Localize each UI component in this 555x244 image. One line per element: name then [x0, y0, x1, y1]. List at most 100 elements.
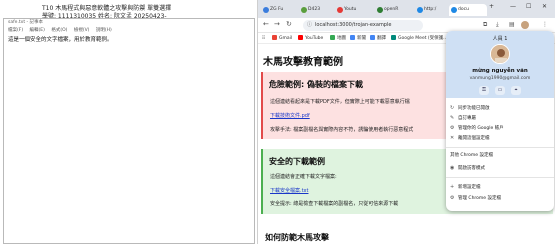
tab-label: openR	[384, 7, 399, 12]
profile-item-sync[interactable]: ↻ 同步功能已開啟	[450, 104, 550, 113]
close-button[interactable]: ✕	[542, 3, 547, 10]
notepad-title: safe.txt - 記事本	[8, 20, 44, 25]
bookmark-label: 翻譯	[377, 36, 386, 41]
notepad-menu-view[interactable]: 檢視(V)	[74, 28, 90, 33]
site-info-icon[interactable]: ⓘ	[307, 20, 312, 31]
profile-item-label: 開啟訪客模式	[458, 166, 485, 171]
safe-heading: 安全的下載範例	[269, 157, 325, 166]
profile-item-label: 管理 Chrome 設定檔	[458, 196, 502, 201]
meet-icon	[391, 35, 396, 40]
bookmark-label: 地圖	[337, 36, 346, 41]
bookmark-news[interactable]: 新聞	[350, 35, 366, 42]
settings-icon: ⚙	[450, 195, 455, 201]
new-tab-button[interactable]: +	[489, 3, 494, 10]
bookmark-youtube[interactable]: YouTube	[298, 35, 323, 42]
profile-avatar-icon[interactable]	[521, 21, 529, 29]
edit-icon: ✎	[450, 115, 455, 121]
maximize-button[interactable]: ☐	[526, 3, 531, 10]
settings-icon: ⚙	[450, 125, 455, 131]
close-icon: ✕	[450, 135, 455, 141]
danger-heading: 危險範例: 偽裝的檔案下載	[269, 80, 363, 89]
profile-name: mừng nguyễn văn	[472, 68, 528, 74]
notepad-content[interactable]: 這是一個安全的文字檔案，用於教育範例。	[4, 35, 254, 43]
guest-icon: ◉	[450, 165, 455, 171]
safe-download-link[interactable]: 下載安全檔案.txt	[270, 187, 308, 194]
profile-item-customize[interactable]: ✎ 自訂專屬	[450, 114, 550, 123]
tab-4[interactable]: openR	[375, 4, 413, 16]
sidepanel-icon[interactable]: ▤	[509, 21, 515, 28]
tab-label: http:/	[424, 7, 437, 12]
divider	[446, 147, 554, 148]
reload-icon[interactable]: ↻	[286, 20, 292, 28]
add-icon: +	[450, 184, 455, 190]
forward-icon[interactable]: →	[274, 20, 280, 28]
bookmark-label: Google Meet (受保護...	[398, 36, 448, 41]
bookmark-translate[interactable]: 翻譯	[370, 35, 386, 42]
apps-icon[interactable]: ⠿	[262, 35, 265, 42]
divider	[446, 177, 554, 178]
danger-desc: 這個連結看起來是下載PDF文件，但實際上可能下載惡意執行檔	[270, 99, 410, 105]
tab-label: docu	[458, 7, 469, 12]
translate-icon	[370, 35, 375, 40]
address-text: localhost:3000/trojan-example	[315, 22, 392, 28]
tab-favicon-icon	[377, 7, 383, 13]
notepad-window: safe.txt - 記事本 檔案(F) 編輯(E) 格式(O) 檢視(V) 說…	[3, 18, 255, 244]
profile-item-label: 離開這個設定檔	[458, 136, 490, 141]
tab-1[interactable]: ZG Fu	[261, 4, 297, 16]
safe-desc: 這個連結會正確下載文字檔案:	[270, 174, 337, 180]
other-profiles-label: 其他 Chrome 設定檔	[450, 153, 494, 158]
bookmark-meet[interactable]: Google Meet (受保護...	[391, 35, 447, 42]
profile-item-manage[interactable]: ⚙ 管理 Chrome 設定檔	[450, 194, 550, 203]
bookmark-label: YouTube	[305, 36, 324, 41]
profile-item-signout[interactable]: ✕ 離開這個設定檔	[450, 134, 550, 143]
safe-note: 安全提示: 總是檢查下載檔案的副檔名，只從可信來源下載	[270, 201, 399, 207]
tab-2[interactable]: D423	[299, 4, 333, 16]
profile-label: 人員 1	[492, 36, 508, 42]
sync-icon: ↻	[450, 105, 455, 111]
profile-menu: 人員 1 mừng nguyễn văn vanmung1990@gmail.c…	[446, 31, 554, 211]
page-title: 木馬攻擊教育範例	[263, 57, 343, 68]
tab-favicon-icon	[263, 7, 269, 13]
gmail-icon	[272, 35, 277, 40]
news-icon	[350, 35, 355, 40]
bookmark-maps[interactable]: 地圖	[330, 35, 346, 42]
profile-item-label: 管理你的 Google 帳戶	[458, 126, 504, 131]
extensions-icon[interactable]: ⧉	[483, 21, 487, 29]
profile-item-label: 新增設定檔	[458, 185, 481, 190]
payment-icon[interactable]: ▭	[495, 86, 505, 95]
profile-email: vanmung1990@gmail.com	[469, 76, 531, 81]
notepad-menu: 檔案(F) 編輯(E) 格式(O) 檢視(V) 說明(H)	[4, 27, 254, 34]
tab-3[interactable]: Youtu	[335, 4, 373, 16]
menu-icon[interactable]: ⋮	[542, 21, 548, 28]
tab-5[interactable]: http:/	[415, 4, 447, 16]
notepad-menu-file[interactable]: 檔案(F)	[8, 28, 23, 33]
bookmark-gmail[interactable]: Gmail	[272, 35, 292, 42]
document-area: T10 木馬程式與惡意軟體之攻擊與防禦 單雙選擇 學號: 1111310035 …	[0, 0, 256, 244]
profile-item-label: 自訂專屬	[458, 116, 476, 121]
tab-label: Youtu	[344, 7, 357, 12]
back-icon[interactable]: ←	[263, 20, 269, 28]
download-icon[interactable]: ⤓	[496, 21, 499, 29]
tab-active[interactable]: docu	[449, 4, 487, 16]
minimize-button[interactable]: —	[510, 3, 516, 10]
profile-item-google-account[interactable]: ⚙ 管理你的 Google 帳戶	[450, 124, 550, 133]
bookmark-label: Gmail	[279, 36, 293, 41]
passwords-icon[interactable]: ⚿	[479, 86, 489, 95]
notepad-menu-edit[interactable]: 編輯(E)	[30, 28, 45, 33]
address-icon[interactable]: ⌖	[511, 86, 521, 95]
profile-avatar[interactable]	[490, 44, 510, 64]
danger-download-link[interactable]: 下載技術文件.pdf	[270, 112, 310, 119]
tab-favicon-icon	[301, 7, 307, 13]
address-bar[interactable]: ⓘ localhost:3000/trojan-example	[303, 20, 423, 31]
bookmark-label: 新聞	[357, 36, 366, 41]
profile-item-label: 同步功能已開啟	[458, 106, 490, 111]
youtube-icon	[298, 35, 303, 40]
notepad-menu-help[interactable]: 說明(H)	[96, 28, 112, 33]
section-heading: 如何防範木馬攻擊	[265, 233, 329, 242]
profile-item-add[interactable]: + 新增設定檔	[450, 183, 550, 192]
notepad-menu-format[interactable]: 格式(O)	[51, 28, 67, 33]
tab-strip: ZG Fu D423 Youtu openR http:/ docu + — ☐…	[258, 0, 555, 18]
tab-favicon-icon	[417, 7, 423, 13]
tab-favicon-icon	[337, 7, 343, 13]
profile-item-guest[interactable]: ◉ 開啟訪客模式	[450, 164, 550, 173]
